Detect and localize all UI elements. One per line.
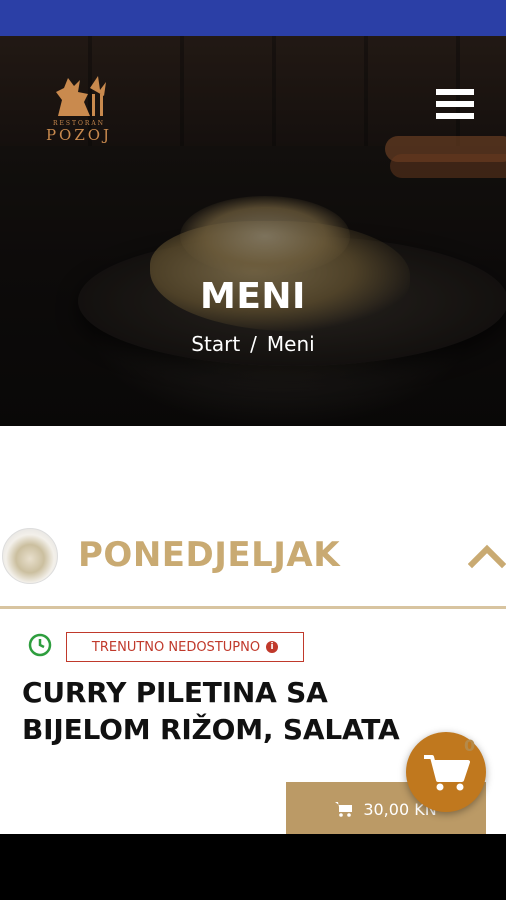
menu-item-status: TRENUTNO NEDOSTUPNO i xyxy=(28,632,308,662)
unavailable-badge: TRENUTNO NEDOSTUPNO i xyxy=(66,632,304,662)
menu-item-name: CURRY PILETINA SA BIJELOM RIŽOM, SALATA xyxy=(22,676,400,746)
info-icon[interactable]: i xyxy=(266,641,279,653)
logo-name: POZOJ xyxy=(45,126,113,144)
day-title: PONEDJELJAK xyxy=(78,535,341,575)
day-section-header[interactable]: PONEDJELJAK xyxy=(0,520,506,610)
breadcrumb-separator: / xyxy=(250,332,257,356)
cart-count-badge: 0 xyxy=(464,736,476,755)
dragon-logo-icon xyxy=(56,76,106,116)
chevron-up-icon[interactable] xyxy=(467,540,506,570)
day-divider xyxy=(0,606,506,609)
status-bar xyxy=(0,0,506,36)
page-title: MENI xyxy=(200,276,306,317)
breadcrumb-home-link[interactable]: Start xyxy=(191,332,240,356)
shopping-cart-icon xyxy=(335,802,353,817)
breadcrumb-current: Meni xyxy=(266,332,315,356)
restaurant-logo[interactable]: RESTORAN POZOJ xyxy=(28,70,130,146)
unavailable-label: TRENUTNO NEDOSTUPNO xyxy=(91,639,261,655)
clock-icon xyxy=(28,633,52,657)
breadcrumb: Start / Meni xyxy=(0,332,506,356)
day-thumbnail-image xyxy=(2,528,58,584)
hamburger-icon[interactable] xyxy=(436,89,476,123)
shopping-cart-icon xyxy=(424,755,470,791)
navigation-bar xyxy=(0,834,506,900)
